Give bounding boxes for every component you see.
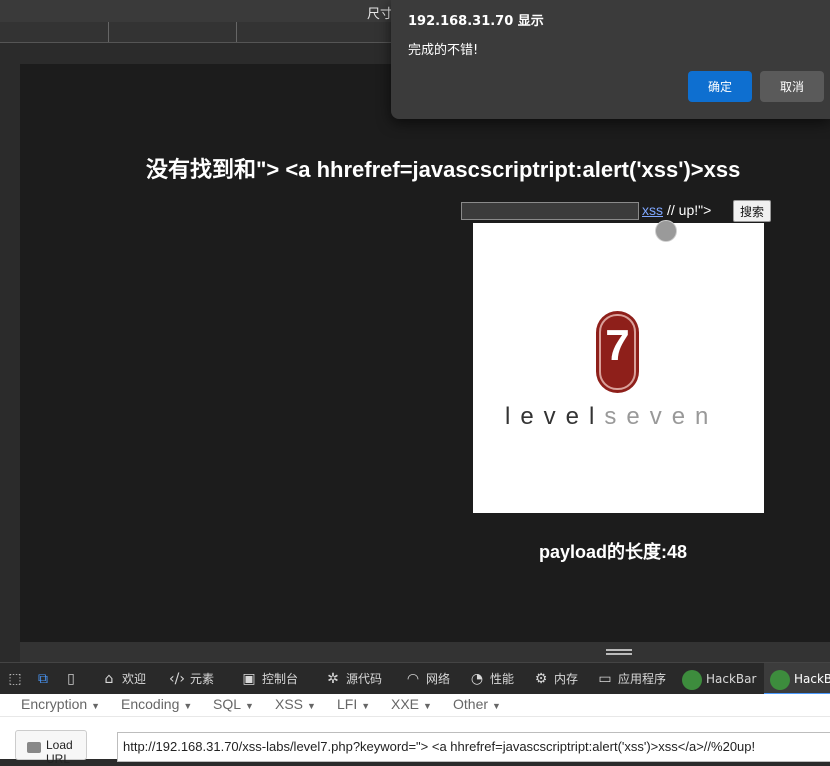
cancel-button[interactable]: 取消 — [760, 71, 824, 102]
device-emulation-icon[interactable]: ⧉ — [34, 670, 52, 688]
ruler-segment[interactable] — [236, 22, 392, 42]
level-number-badge: 7 — [596, 311, 639, 393]
keyword-input[interactable] — [461, 202, 639, 220]
tab-network[interactable]: ◠ 网络 — [404, 663, 450, 695]
tab-performance[interactable]: ◔ 性能 — [468, 663, 514, 695]
tab-hackbar[interactable]: HackBar — [682, 663, 756, 695]
menu-encoding[interactable]: Encoding ▼ — [121, 696, 192, 712]
menu-encryption[interactable]: Encryption ▼ — [21, 696, 100, 712]
bug-icon: ✲ — [327, 671, 339, 687]
url-input[interactable]: http://192.168.31.70/xss-labs/level7.php… — [117, 732, 830, 762]
search-button[interactable]: 搜索 — [733, 200, 772, 222]
menu-xss[interactable]: XSS ▼ — [275, 696, 316, 712]
menu-sql[interactable]: SQL ▼ — [213, 696, 254, 712]
devtools-tab-bar: ⬚ ⧉ ▯ ⌂ 欢迎 ‹/› 元素 ▣ 控制台 ✲ 源代码 ◠ 网络 ◔ 性能 ⚙ 内存 ▭ 应… — [0, 662, 830, 695]
gauge-icon: ◔ — [470, 671, 484, 687]
ruler-segment[interactable] — [0, 22, 109, 42]
tab-welcome[interactable]: ⌂ 欢迎 — [100, 663, 146, 695]
ruler-segment[interactable] — [108, 22, 237, 42]
level-number: 7 — [605, 321, 630, 370]
load-url-button[interactable]: Load URL — [15, 730, 87, 766]
touch-cursor-icon — [655, 220, 677, 242]
dock-side-icon[interactable]: ▯ — [62, 670, 80, 688]
tab-sources[interactable]: ✲ 源代码 — [324, 663, 382, 695]
tab-console[interactable]: ▣ 控制台 — [240, 663, 298, 695]
menu-other[interactable]: Other ▼ — [453, 696, 501, 712]
home-icon: ⌂ — [104, 671, 114, 687]
inspect-device-icon[interactable]: ⬚ — [6, 670, 24, 688]
dimensions-label: 尺寸 — [367, 7, 394, 22]
dialog-message: 完成的不错! — [408, 43, 479, 58]
injected-tail-text: // up!"> — [667, 202, 712, 218]
devtools-resize-strip[interactable] — [20, 642, 830, 662]
dialog-title: 192.168.31.70 显示 — [408, 14, 544, 29]
tab-elements[interactable]: ‹/› 元素 — [168, 663, 214, 695]
code-icon: ‹/› — [169, 671, 185, 687]
chip-icon: ⚙ — [534, 671, 548, 687]
injected-xss-link[interactable]: xss — [642, 202, 663, 218]
console-icon: ▣ — [242, 671, 256, 687]
logo-wordmark: levelseven — [505, 403, 718, 431]
tab-application[interactable]: ▭ 应用程序 — [596, 663, 666, 695]
resize-grip-icon[interactable] — [606, 649, 632, 655]
hackbar-icon — [682, 669, 702, 690]
menu-lfi[interactable]: LFI ▼ — [337, 696, 370, 712]
tab-memory[interactable]: ⚙ 内存 — [532, 663, 578, 695]
ok-button[interactable]: 确定 — [688, 71, 752, 102]
page-heading-result: 没有找到和"> <a hhrefref=javascscriptript:ale… — [146, 157, 741, 182]
tab-hackbar-active[interactable]: HackBar — [764, 663, 830, 695]
level-logo-image: 7 levelseven — [473, 223, 764, 513]
alert-dialog: 192.168.31.70 显示 完成的不错! 确定 取消 — [391, 0, 830, 119]
app-icon: ▭ — [598, 671, 612, 687]
payload-length-text: payload的长度:48 — [539, 542, 688, 562]
logo-word-level: level — [505, 403, 605, 430]
load-url-icon — [27, 742, 41, 753]
hackbar-icon — [770, 669, 790, 690]
wifi-icon: ◠ — [406, 671, 420, 687]
logo-word-seven: seven — [604, 403, 719, 430]
page-viewport: 欢迎来到 没有找到和"> <a hhrefref=javascscriptrip… — [20, 64, 830, 642]
menu-xxe[interactable]: XXE ▼ — [391, 696, 432, 712]
hackbar-panel: Encryption ▼ Encoding ▼ SQL ▼ XSS ▼ LFI ▼ XXE… — [0, 694, 830, 766]
hackbar-menu: Encryption ▼ Encoding ▼ SQL ▼ XSS ▼ LFI ▼ XXE… — [0, 694, 830, 717]
